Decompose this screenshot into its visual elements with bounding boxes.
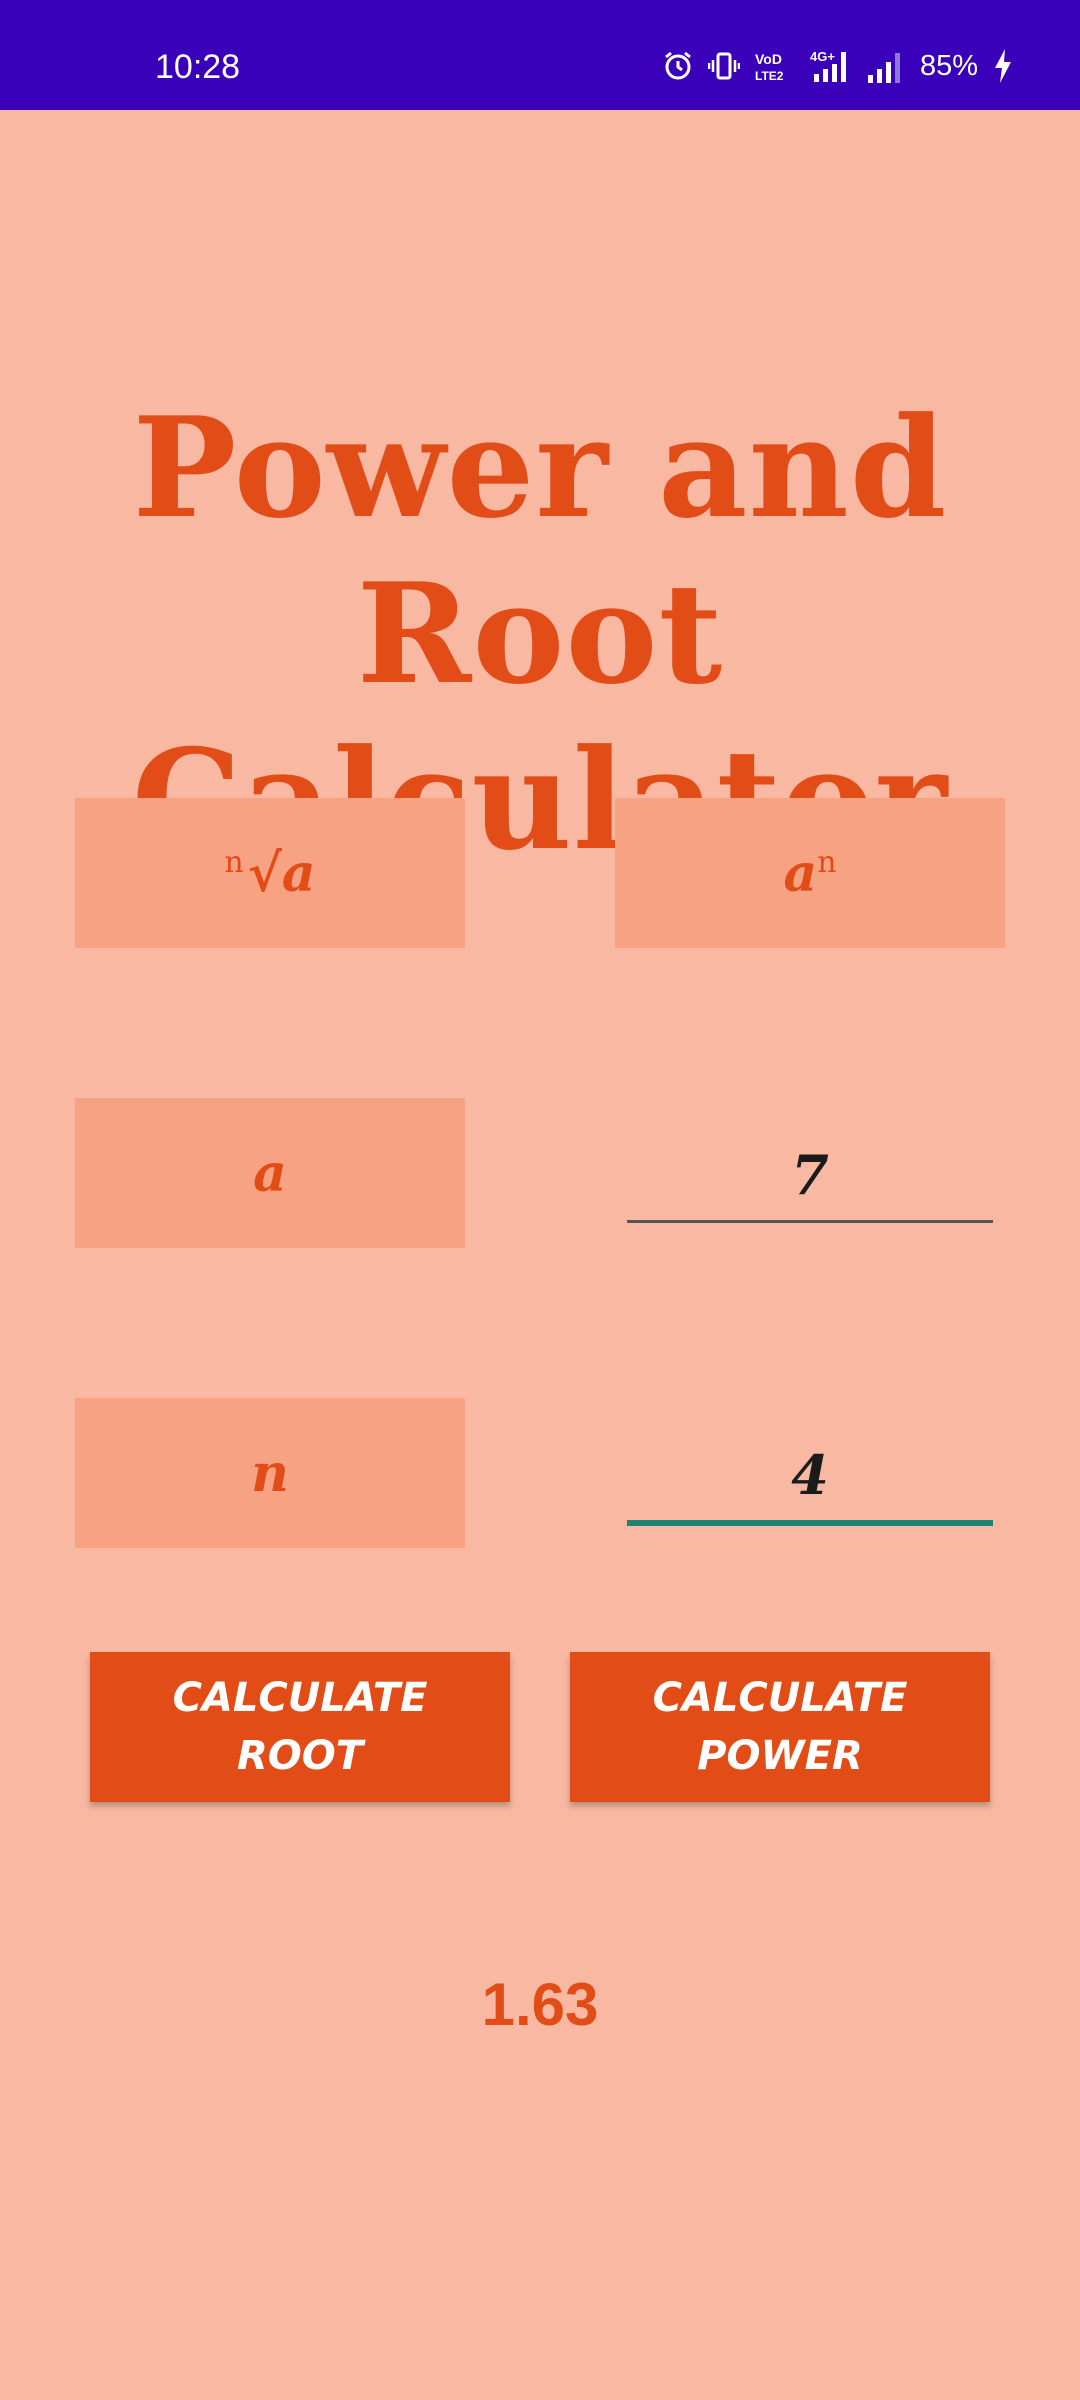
input-a-wrapper (627, 1110, 993, 1230)
svg-text:LTE2: LTE2 (755, 69, 784, 83)
power-exponent-label: n (817, 844, 837, 880)
status-time: 10:28 (155, 48, 241, 86)
result-value: 1.63 (481, 1971, 599, 2038)
input-a-underline (627, 1220, 993, 1223)
input-a[interactable] (627, 1110, 993, 1230)
vibrate-icon (707, 52, 740, 80)
battery-charging-icon (995, 49, 1011, 83)
status-bar: 10:28 VoD LTE2 4G+ 85% (0, 0, 1080, 110)
alarm-icon (665, 51, 691, 80)
volte-icon: VoD LTE2 (755, 51, 784, 83)
input-n-underline (627, 1520, 993, 1526)
signal-4g-icon: 4G+ (810, 49, 846, 82)
signal-icon (867, 53, 900, 83)
root-index-label: n (224, 844, 244, 880)
battery-percentage: 85% (919, 49, 978, 82)
calculate-power-button[interactable]: CALCULATE POWER (570, 1652, 990, 1802)
input-n[interactable] (627, 1410, 993, 1530)
status-icons: VoD LTE2 4G+ 85% (662, 46, 1014, 86)
root-base-label: a (281, 842, 316, 904)
power-label: a n (615, 798, 1005, 948)
label-a-text: a (253, 1142, 287, 1204)
label-n-text: n (251, 1442, 289, 1504)
label-a: a (75, 1098, 465, 1248)
svg-text:4G+: 4G+ (810, 49, 835, 64)
input-n-wrapper (627, 1410, 993, 1530)
nth-root-label: n √ a (75, 798, 465, 948)
power-base-label: a (783, 842, 818, 904)
title-line-1: Power and Root (132, 386, 948, 715)
svg-text:VoD: VoD (755, 51, 782, 67)
calculate-root-button[interactable]: CALCULATE ROOT (90, 1652, 510, 1802)
label-n: n (75, 1398, 465, 1548)
radical-icon: √ (247, 842, 282, 904)
